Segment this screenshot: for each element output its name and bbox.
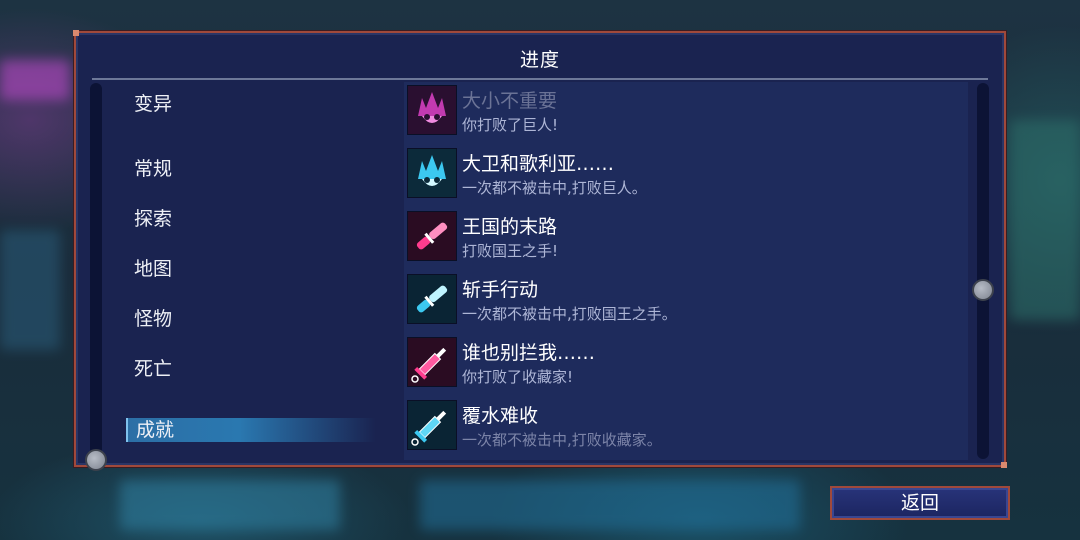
achievement-title: 大小不重要 — [462, 90, 558, 112]
panel-title: 进度 — [519, 49, 560, 71]
achievement-list: 大小不重要 你打败了巨人! 大卫和歌利亚…… 一次都不被击中,打败巨人。 王国的… — [404, 82, 968, 460]
achievement-item[interactable]: 大卫和歌利亚…… 一次都不被击中,打败巨人。 — [404, 145, 968, 201]
achievement-scrollbar[interactable] — [972, 83, 994, 459]
progress-panel: 进度 变异 常规 探索 地图 怪物 死亡 成就 大小不重要 你打败了巨人! 大卫… — [73, 30, 1007, 471]
achievement-title: 谁也别拦我…… — [462, 342, 596, 364]
category-item-monsters[interactable]: 怪物 — [134, 304, 172, 331]
background-glow — [1010, 120, 1080, 320]
achievement-desc: 一次都不被击中,打败国王之手。 — [462, 305, 677, 323]
giant-skull-cyan-icon — [407, 148, 457, 198]
category-item-mutations[interactable]: 变异 — [134, 89, 172, 116]
back-button[interactable]: 返回 — [830, 486, 1010, 520]
achievement-item[interactable]: 王国的末路 打败国王之手! — [404, 208, 968, 264]
achievement-item[interactable]: 覆水难收 一次都不被击中,打败收藏家。 — [404, 397, 968, 453]
category-scroll-handle[interactable] — [85, 449, 107, 471]
hand-cyan-icon — [407, 274, 457, 324]
achievement-desc: 你打败了巨人! — [462, 116, 559, 134]
category-item-deaths[interactable]: 死亡 — [134, 354, 172, 381]
achievement-title: 斩手行动 — [462, 279, 539, 301]
title-divider — [92, 78, 988, 80]
category-item-map[interactable]: 地图 — [134, 254, 172, 281]
syringe-cyan-icon — [407, 400, 457, 450]
achievement-item[interactable]: 斩手行动 一次都不被击中,打败国王之手。 — [404, 271, 968, 327]
achievement-item[interactable]: 谁也别拦我…… 你打败了收藏家! — [404, 334, 968, 390]
background-glow — [120, 480, 340, 530]
achievement-desc: 打败国王之手! — [462, 242, 559, 260]
background-glow — [0, 230, 60, 350]
category-item-exploration[interactable]: 探索 — [134, 204, 172, 231]
category-item-achievements[interactable]: 成就 — [126, 418, 376, 442]
category-item-general[interactable]: 常规 — [134, 154, 172, 181]
hand-pink-icon — [407, 211, 457, 261]
achievement-item[interactable]: 大小不重要 你打败了巨人! — [404, 82, 968, 138]
background-glow — [0, 60, 70, 100]
background-glow — [420, 480, 800, 530]
achievement-title: 王国的末路 — [462, 216, 558, 238]
achievement-desc: 你打败了收藏家! — [462, 368, 574, 386]
syringe-pink-icon — [407, 337, 457, 387]
achievement-scroll-handle[interactable] — [972, 279, 994, 301]
achievement-desc: 一次都不被击中,打败收藏家。 — [462, 431, 662, 449]
giant-skull-pink-icon — [407, 85, 457, 135]
achievement-desc: 一次都不被击中,打败巨人。 — [462, 179, 647, 197]
category-scrollbar[interactable] — [85, 83, 107, 471]
achievement-title: 大卫和歌利亚…… — [462, 153, 615, 175]
achievement-title: 覆水难收 — [462, 405, 539, 427]
